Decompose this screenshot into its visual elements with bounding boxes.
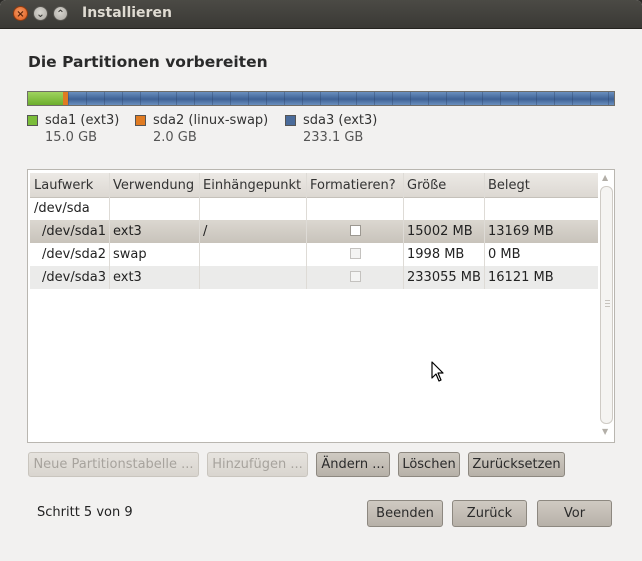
maximize-icon[interactable]: ⌃ — [53, 6, 68, 21]
cell-used: 13169 MB — [488, 224, 554, 239]
cell-size: 233055 MB — [407, 270, 481, 285]
scrollbar-grip — [605, 306, 610, 307]
cell-drive: /dev/sda2 — [42, 247, 106, 262]
legend-size: 15.0 GB — [45, 130, 98, 145]
legend-size: 2.0 GB — [153, 130, 197, 145]
column-divider — [306, 173, 307, 289]
scrollbar-grip — [605, 300, 610, 301]
column-header-used[interactable]: Belegt — [488, 178, 530, 193]
new-partition-table-button[interactable]: Neue Partitionstabelle ... — [28, 452, 199, 477]
partition-segment-sda3 — [68, 92, 614, 105]
table-row[interactable]: /dev/sda1 ext3 / 15002 MB 13169 MB — [30, 220, 598, 243]
scrollbar-trough[interactable] — [600, 186, 613, 424]
column-header-mount[interactable]: Einhängepunkt — [203, 178, 301, 193]
cell-used: 16121 MB — [488, 270, 554, 285]
cell-used: 0 MB — [488, 247, 521, 262]
title-bar: × ⌄ ⌃ Installieren — [0, 0, 642, 29]
cell-type: ext3 — [113, 224, 142, 239]
step-indicator: Schritt 5 von 9 — [37, 505, 133, 520]
vertical-scrollbar[interactable]: ▲ ▼ — [599, 173, 613, 439]
legend-swatch — [285, 115, 296, 126]
column-divider — [403, 173, 404, 289]
partition-usage-bar — [27, 91, 615, 106]
column-divider — [109, 173, 110, 289]
scroll-up-arrow-icon[interactable]: ▲ — [602, 173, 608, 182]
scrollbar-grip — [605, 303, 610, 304]
cell-type: swap — [113, 247, 147, 262]
column-header-format[interactable]: Formatieren? — [310, 178, 396, 193]
close-icon[interactable]: × — [13, 6, 28, 21]
cell-drive: /dev/sda3 — [42, 270, 106, 285]
format-checkbox[interactable] — [350, 248, 361, 259]
cell-mount: / — [203, 224, 208, 239]
cell-size: 15002 MB — [407, 224, 473, 239]
legend-size: 233.1 GB — [303, 130, 364, 145]
cell-size: 1998 MB — [407, 247, 465, 262]
table-header: Laufwerk Verwendung Einhängepunkt Format… — [30, 173, 598, 198]
delete-partition-button[interactable]: Löschen — [398, 452, 460, 477]
cell-type: ext3 — [113, 270, 142, 285]
table-row-device[interactable]: /dev/sda — [30, 197, 598, 220]
cell-drive: /dev/sda1 — [42, 224, 106, 239]
quit-button[interactable]: Beenden — [367, 500, 443, 527]
format-checkbox[interactable] — [350, 271, 361, 282]
cell-drive: /dev/sda — [34, 201, 90, 216]
mouse-pointer-icon — [431, 361, 444, 382]
table-row[interactable]: /dev/sda2 swap 1998 MB 0 MB — [30, 243, 598, 266]
table-row[interactable]: /dev/sda3 ext3 233055 MB 16121 MB — [30, 266, 598, 289]
partition-table[interactable]: Laufwerk Verwendung Einhängepunkt Format… — [27, 169, 615, 443]
column-divider — [199, 173, 200, 289]
column-divider — [484, 173, 485, 289]
reset-partitions-button[interactable]: Zurücksetzen — [468, 452, 565, 477]
window-title: Installieren — [82, 5, 172, 21]
installer-window: × ⌄ ⌃ Installieren Die Partitionen vorbe… — [0, 0, 642, 561]
minimize-icon[interactable]: ⌄ — [33, 6, 48, 21]
legend-swatch — [135, 115, 146, 126]
column-header-type[interactable]: Verwendung — [113, 178, 194, 193]
column-header-drive[interactable]: Laufwerk — [34, 178, 93, 193]
partition-segment-sda1 — [28, 92, 63, 105]
add-partition-button[interactable]: Hinzufügen ... — [207, 452, 308, 477]
scroll-down-arrow-icon[interactable]: ▼ — [602, 427, 608, 436]
change-partition-button[interactable]: Ändern ... — [316, 452, 390, 477]
legend-label: sda1 (ext3) — [45, 113, 120, 128]
legend-swatch — [27, 115, 38, 126]
page-title: Die Partitionen vorbereiten — [28, 53, 268, 71]
format-checkbox[interactable] — [350, 225, 361, 236]
legend-label: sda3 (ext3) — [303, 113, 378, 128]
column-header-size[interactable]: Größe — [407, 178, 446, 193]
forward-button[interactable]: Vor — [537, 500, 612, 527]
back-button[interactable]: Zurück — [452, 500, 527, 527]
legend-label: sda2 (linux-swap) — [153, 113, 269, 128]
